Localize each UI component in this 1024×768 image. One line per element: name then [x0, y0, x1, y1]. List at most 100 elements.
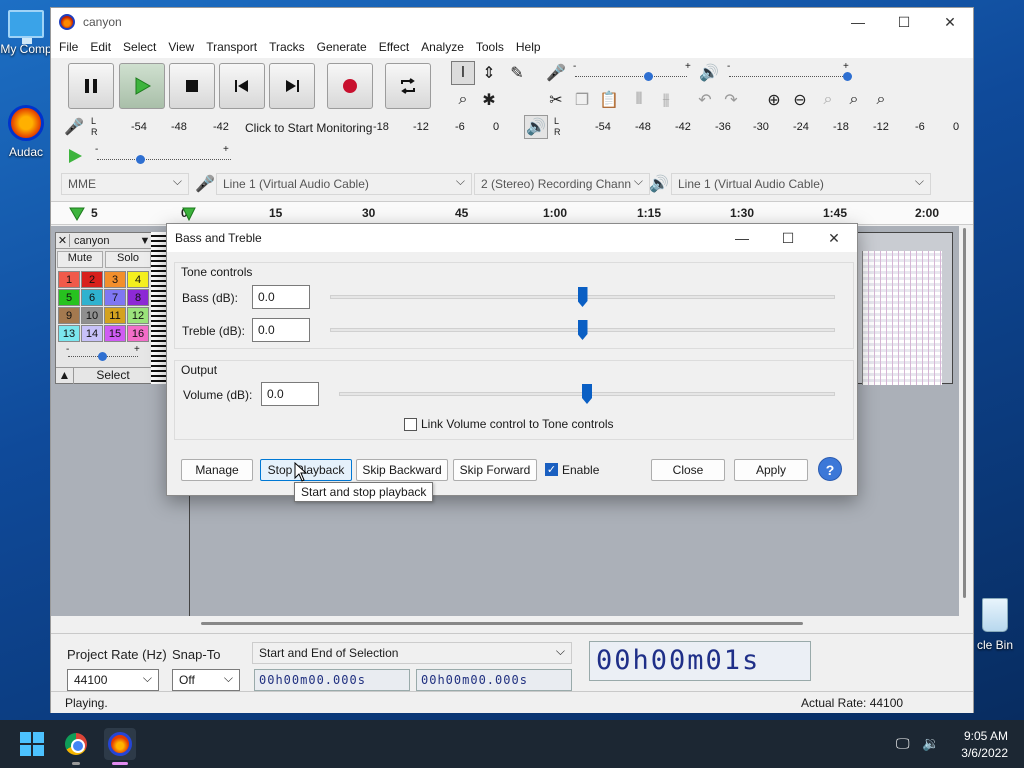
menu-generate[interactable]: Generate: [311, 40, 373, 54]
menu-view[interactable]: View: [162, 40, 200, 54]
treble-slider-thumb[interactable]: [577, 320, 588, 340]
close-window-button[interactable]: ✕: [927, 8, 973, 36]
minimize-button[interactable]: —: [835, 8, 881, 36]
fit-selection-icon[interactable]: ⌕: [816, 88, 840, 112]
skip-end-button[interactable]: [269, 63, 315, 109]
playback-device-select[interactable]: Line 1 (Virtual Audio Cable): [671, 173, 931, 195]
project-rate-select[interactable]: 44100: [67, 669, 159, 691]
track-gain-thumb[interactable]: [98, 352, 107, 361]
bass-input[interactable]: 0.0: [252, 285, 310, 309]
midi-channel-button[interactable]: 9: [58, 307, 80, 324]
midi-channel-button[interactable]: 14: [81, 325, 103, 342]
click-to-start-monitoring[interactable]: Click to Start Monitoring: [245, 121, 372, 135]
timeline-ruler[interactable]: 5 0 15 30 45 1:00 1:15 1:30 1:45 2:00: [51, 201, 973, 225]
stop-button[interactable]: [169, 63, 215, 109]
bass-slider-thumb[interactable]: [577, 287, 588, 307]
desktop-recycle-bin-icon[interactable]: cle Bin: [966, 598, 1024, 652]
playback-meter-icon[interactable]: 🔊: [524, 115, 548, 139]
playback-speed-slider[interactable]: [97, 159, 231, 160]
record-meter[interactable]: -54 -48 -42 Click to Start Monitoring -1…: [131, 121, 507, 135]
midi-channel-button[interactable]: 3: [104, 271, 126, 288]
redo-icon[interactable]: ↷: [719, 88, 743, 112]
manage-button[interactable]: Manage: [181, 459, 253, 481]
loop-button[interactable]: [385, 63, 431, 109]
menu-help[interactable]: Help: [510, 40, 547, 54]
horizontal-scrollbar[interactable]: [201, 622, 803, 625]
desktop-audacity-icon[interactable]: Audac: [0, 105, 52, 159]
dialog-titlebar[interactable]: Bass and Treble — ☐ ✕: [167, 224, 857, 252]
audacity-taskbar-button[interactable]: [104, 728, 136, 760]
apply-button[interactable]: Apply: [734, 459, 808, 481]
menu-tools[interactable]: Tools: [470, 40, 510, 54]
menu-select[interactable]: Select: [117, 40, 162, 54]
playback-meter[interactable]: -54 -48 -42 -36 -30 -24 -18 -12 -6 0: [595, 121, 965, 135]
dialog-minimize-button[interactable]: —: [719, 224, 765, 252]
midi-channel-button[interactable]: 12: [127, 307, 149, 324]
undo-icon[interactable]: ↶: [693, 88, 717, 112]
play-at-speed-button[interactable]: [63, 144, 87, 168]
clock[interactable]: 9:05 AM 3/6/2022: [956, 729, 1008, 760]
midi-channel-button[interactable]: 4: [127, 271, 149, 288]
treble-input[interactable]: 0.0: [252, 318, 310, 342]
selection-start-time[interactable]: 00h00m00.000s: [254, 669, 410, 691]
recording-channels-select[interactable]: 2 (Stereo) Recording Chann: [474, 173, 650, 195]
selection-end-time[interactable]: 00h00m00.000s: [416, 669, 572, 691]
dialog-close-button[interactable]: ✕: [811, 224, 857, 252]
silence-icon[interactable]: ⫵: [654, 88, 678, 112]
skip-start-button[interactable]: [219, 63, 265, 109]
chrome-taskbar-button[interactable]: [60, 728, 92, 760]
network-icon[interactable]: 🖵: [896, 735, 910, 752]
midi-channel-button[interactable]: 13: [58, 325, 80, 342]
collapse-track-button[interactable]: ▲: [56, 368, 74, 384]
menu-edit[interactable]: Edit: [84, 40, 117, 54]
paste-icon[interactable]: 📋: [597, 88, 621, 112]
link-volume-checkbox[interactable]: [404, 418, 417, 431]
zoom-in-icon[interactable]: ⊕: [762, 88, 786, 112]
playback-volume-slider[interactable]: [729, 76, 845, 77]
menu-effect[interactable]: Effect: [373, 40, 415, 54]
play-button[interactable]: [119, 63, 165, 109]
start-button[interactable]: [16, 728, 48, 760]
snap-to-select[interactable]: Off: [172, 669, 240, 691]
menu-tracks[interactable]: Tracks: [263, 40, 311, 54]
midi-channel-button[interactable]: 8: [127, 289, 149, 306]
play-head-icon[interactable]: [182, 207, 196, 221]
skip-backward-button[interactable]: Skip Backward: [356, 459, 448, 481]
fit-project-icon[interactable]: ⌕: [842, 88, 866, 112]
midi-channel-button[interactable]: 10: [81, 307, 103, 324]
skip-forward-button[interactable]: Skip Forward: [453, 459, 537, 481]
midi-channel-button[interactable]: 2: [81, 271, 103, 288]
track-name[interactable]: canyon: [70, 235, 138, 247]
record-meter-icon[interactable]: 🎤: [62, 115, 86, 139]
cut-icon[interactable]: ✂: [544, 88, 568, 112]
playback-speed-thumb[interactable]: [136, 155, 145, 164]
multi-tool-icon[interactable]: ✱: [477, 88, 501, 112]
midi-channel-button[interactable]: 16: [127, 325, 149, 342]
dialog-maximize-button[interactable]: ☐: [765, 224, 811, 252]
selection-mode-select[interactable]: Start and End of Selection: [252, 642, 572, 664]
track-close-button[interactable]: ✕: [56, 234, 70, 247]
volume-icon[interactable]: 🔉: [922, 735, 939, 752]
record-button[interactable]: [327, 63, 373, 109]
copy-icon[interactable]: ❐: [570, 88, 594, 112]
solo-button[interactable]: Solo: [105, 251, 151, 268]
track-menu-arrow[interactable]: ▼: [138, 235, 152, 247]
enable-checkbox[interactable]: ✓: [545, 463, 558, 476]
menu-file[interactable]: File: [53, 40, 84, 54]
record-volume-thumb[interactable]: [644, 72, 653, 81]
pause-button[interactable]: [68, 63, 114, 109]
close-button[interactable]: Close: [651, 459, 725, 481]
track-select-button[interactable]: Select: [74, 368, 152, 384]
vertical-scrollbar[interactable]: [963, 228, 966, 598]
envelope-tool-icon[interactable]: ⇕: [477, 61, 501, 85]
midi-channel-button[interactable]: 5: [58, 289, 80, 306]
zoom-toggle-icon[interactable]: ⌕: [869, 88, 893, 112]
trim-icon[interactable]: ⫴: [627, 88, 651, 112]
menu-transport[interactable]: Transport: [200, 40, 263, 54]
zoom-tool-icon[interactable]: ⌕: [451, 88, 475, 112]
volume-slider-thumb[interactable]: [582, 384, 592, 404]
menu-analyze[interactable]: Analyze: [415, 40, 470, 54]
audio-position-display[interactable]: 00h00m01s: [589, 641, 811, 681]
midi-channel-button[interactable]: 11: [104, 307, 126, 324]
record-volume-slider[interactable]: [575, 76, 687, 77]
